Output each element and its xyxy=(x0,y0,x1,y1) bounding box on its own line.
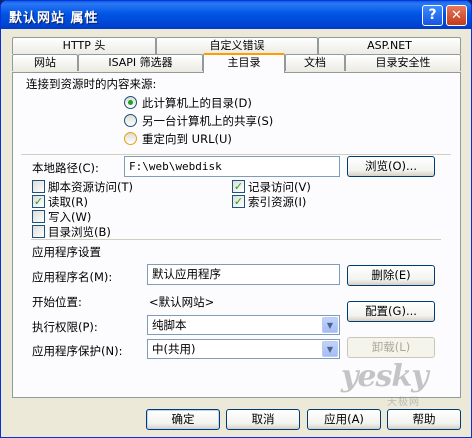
divider xyxy=(31,239,441,240)
title-bar: 默认网站 属性 ? ✕ xyxy=(1,1,471,29)
cancel-button[interactable]: 取消 xyxy=(226,409,300,430)
app-settings-heading: 应用程序设置 xyxy=(32,245,101,259)
write-checkbox[interactable] xyxy=(32,210,45,223)
ok-button[interactable]: 确定 xyxy=(146,409,220,430)
help-button[interactable]: 帮助 xyxy=(387,409,461,430)
index-resource-label[interactable]: 索引资源(I) xyxy=(248,194,306,210)
configuration-button[interactable]: 配置(G)... xyxy=(347,301,435,322)
tab-website[interactable]: 网站 xyxy=(12,54,78,71)
execute-permissions-select[interactable]: 纯脚本 ▼ xyxy=(147,315,340,335)
unload-button[interactable]: 卸载(L) xyxy=(347,337,435,358)
tab-isapi-filters[interactable]: ISAPI 筛选器 xyxy=(78,54,203,71)
chevron-down-icon[interactable]: ▼ xyxy=(322,317,338,333)
tab-directory-security[interactable]: 目录安全性 xyxy=(345,54,461,71)
start-point-value: <默认网站> xyxy=(149,295,215,309)
tab-documents[interactable]: 文档 xyxy=(285,54,345,71)
directory-browsing-label[interactable]: 目录浏览(B) xyxy=(48,224,111,240)
start-point-label: 开始位置: xyxy=(32,295,82,309)
yesky-watermark-logo: yesky xyxy=(341,359,429,394)
radio-redirect-url-label[interactable]: 重定向到 URL(U) xyxy=(142,131,232,147)
log-visits-checkbox[interactable]: ✓ xyxy=(232,180,245,193)
radio-network-share[interactable] xyxy=(124,114,137,127)
local-path-input[interactable]: F:\web\webdisk xyxy=(124,156,340,177)
close-button[interactable]: ✕ xyxy=(446,5,467,26)
apply-button[interactable]: 应用(A) xyxy=(307,409,381,430)
yesky-watermark-subtext: 天极网 xyxy=(387,397,420,408)
directory-browsing-checkbox[interactable] xyxy=(32,225,45,238)
execute-permissions-label: 执行权限(P): xyxy=(32,320,98,334)
execute-permissions-value: 纯脚本 xyxy=(152,318,187,332)
log-visits-label[interactable]: 记录访问(V) xyxy=(248,179,311,195)
script-source-access-checkbox[interactable] xyxy=(32,180,45,193)
write-label[interactable]: 写入(W) xyxy=(48,209,91,225)
help-title-button[interactable]: ? xyxy=(422,5,443,26)
radio-redirect-url[interactable] xyxy=(124,132,137,145)
tab-custom-errors[interactable]: 自定义错误 xyxy=(156,37,318,54)
radio-network-share-label[interactable]: 另一台计算机上的共享(S) xyxy=(142,113,273,129)
divider xyxy=(21,154,451,155)
app-name-input[interactable]: 默认应用程序 xyxy=(147,264,340,285)
tab-http-headers[interactable]: HTTP 头 xyxy=(12,37,156,54)
local-path-label: 本地路径(C): xyxy=(32,161,99,175)
content-source-label: 连接到资源时的内容来源: xyxy=(26,77,157,91)
index-resource-checkbox[interactable]: ✓ xyxy=(232,195,245,208)
radio-local-directory[interactable] xyxy=(124,96,137,109)
browse-button[interactable]: 浏览(O)... xyxy=(347,156,435,177)
tab-home-directory[interactable]: 主目录 xyxy=(203,53,285,73)
window-title: 默认网站 属性 xyxy=(9,11,99,26)
tab-aspnet[interactable]: ASP.NET xyxy=(318,37,461,54)
properties-dialog: 默认网站 属性 ? ✕ HTTP 头 自定义错误 ASP.NET 网站 ISAP… xyxy=(0,0,472,438)
app-protection-label: 应用程序保护(N): xyxy=(32,344,123,358)
remove-button[interactable]: 删除(E) xyxy=(347,265,435,286)
read-label[interactable]: 读取(R) xyxy=(48,194,88,210)
app-name-label: 应用程序名(M): xyxy=(32,270,113,284)
chevron-down-icon[interactable]: ▼ xyxy=(322,341,338,357)
radio-local-directory-label[interactable]: 此计算机上的目录(D) xyxy=(142,95,252,111)
script-source-access-label[interactable]: 脚本资源访问(T) xyxy=(48,179,133,195)
app-protection-select[interactable]: 中(共用) ▼ xyxy=(147,339,340,359)
read-checkbox[interactable]: ✓ xyxy=(32,195,45,208)
app-protection-value: 中(共用) xyxy=(152,342,196,356)
